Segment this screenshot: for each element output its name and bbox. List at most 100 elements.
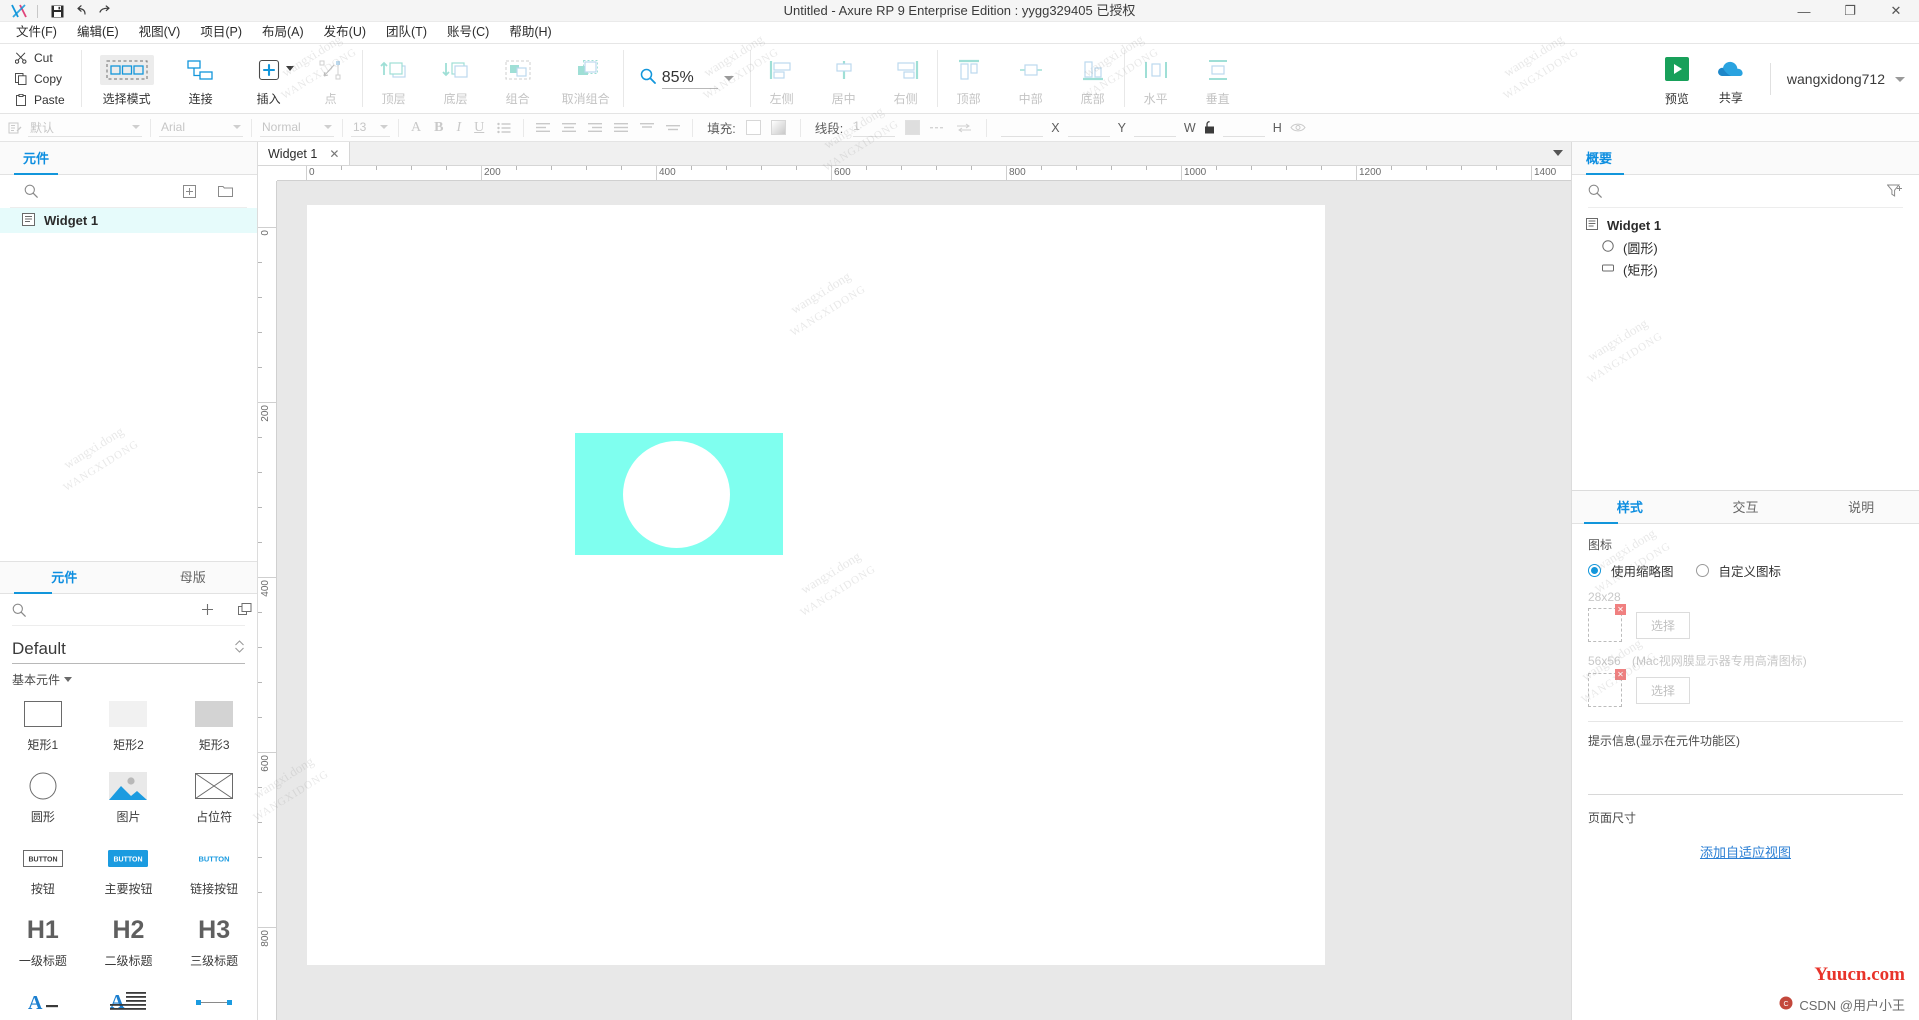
add-folder-icon[interactable]: [218, 185, 233, 197]
document-tab-widget-1[interactable]: Widget 1 ✕: [258, 142, 351, 165]
outline-item-rectangle[interactable]: (矩形): [1572, 258, 1919, 280]
font-family-chevron-down-icon[interactable]: [233, 125, 241, 129]
maximize-button[interactable]: ❐: [1827, 0, 1873, 22]
minimize-button[interactable]: —: [1781, 0, 1827, 22]
eye-icon[interactable]: [1290, 122, 1306, 133]
outline-item-widget-1[interactable]: Widget 1: [1572, 214, 1919, 236]
page-sheet[interactable]: wangxi.dong WANGXIDONG wangxi.dong WANGX…: [307, 205, 1325, 965]
insert-caret-icon[interactable]: [285, 66, 294, 71]
line-style-icon[interactable]: [930, 124, 946, 132]
text-align-left-icon[interactable]: [536, 122, 551, 133]
library-category-header[interactable]: 基本元件: [0, 664, 257, 692]
choose-icon-56-button[interactable]: 选择: [1636, 676, 1691, 704]
copy-library-icon[interactable]: [238, 603, 252, 616]
font-size-chevron-down-icon[interactable]: [380, 125, 388, 129]
h-input[interactable]: [1222, 119, 1265, 137]
library-item-circle[interactable]: 圆形: [0, 764, 86, 836]
tab-notes[interactable]: 说明: [1803, 497, 1919, 523]
library-item-text-label[interactable]: A 文本标签: [0, 980, 86, 1020]
close-button[interactable]: ✕: [1873, 0, 1919, 22]
line-color-swatch[interactable]: [905, 120, 921, 135]
choose-icon-28-button[interactable]: 选择: [1636, 611, 1691, 639]
library-item-link-button[interactable]: BUTTON 链接按钮: [171, 836, 257, 908]
paste-button[interactable]: Paste: [10, 90, 69, 109]
tab-widgets[interactable]: 元件: [0, 567, 129, 594]
library-item-rect1[interactable]: 矩形1: [0, 692, 86, 764]
outline-search-input[interactable]: [1610, 184, 1887, 198]
tab-masters[interactable]: 母版: [129, 567, 258, 593]
library-item-placeholder[interactable]: 占位符: [171, 764, 257, 836]
menu-view[interactable]: 视图(V): [129, 22, 191, 43]
style-preset-chevron-down-icon[interactable]: [132, 125, 140, 129]
connect-button[interactable]: 连接: [164, 44, 238, 113]
menu-help[interactable]: 帮助(H): [499, 22, 561, 43]
outline-search-icon[interactable]: [1588, 184, 1602, 198]
remove-icon[interactable]: ✕: [1615, 669, 1626, 680]
horizontal-ruler[interactable]: 0 200 400 600 800 1000 1200 1400: [277, 166, 1571, 181]
search-icon[interactable]: [24, 184, 38, 198]
add-page-icon[interactable]: [183, 184, 196, 198]
valign-middle-icon[interactable]: [666, 122, 681, 133]
library-selector[interactable]: Default: [12, 634, 245, 664]
text-align-right-icon[interactable]: [588, 122, 603, 133]
style-preset-cell[interactable]: 默认: [0, 114, 150, 142]
tab-style[interactable]: 样式: [1572, 497, 1688, 524]
radio-use-thumbnail[interactable]: [1588, 564, 1601, 577]
zoom-value[interactable]: 85%: [661, 69, 718, 89]
valign-top-icon[interactable]: [640, 122, 655, 133]
library-item-primary-button[interactable]: BUTTON 主要按钮: [86, 836, 172, 908]
icon-56-dropzone[interactable]: ✕: [1588, 669, 1626, 707]
vertical-ruler[interactable]: 0 200 400 600 800: [258, 181, 277, 1020]
line-arrow-icon[interactable]: [956, 123, 972, 133]
insert-button[interactable]: 插入: [238, 44, 300, 113]
tab-outline[interactable]: 概要: [1586, 148, 1624, 175]
font-weight-cell[interactable]: Normal: [252, 114, 342, 142]
text-align-center-icon[interactable]: [562, 122, 577, 133]
library-item-rect2[interactable]: 矩形2: [86, 692, 172, 764]
w-input[interactable]: [1133, 119, 1176, 137]
text-align-justify-icon[interactable]: [614, 122, 629, 133]
bullet-list-icon[interactable]: [497, 122, 511, 134]
tree-item-widget-1[interactable]: Widget 1: [0, 208, 257, 233]
tip-input[interactable]: [1588, 755, 1903, 795]
filter-icon[interactable]: [1887, 184, 1903, 198]
menu-team[interactable]: 团队(T): [376, 22, 437, 43]
radio-custom-icon[interactable]: [1695, 564, 1709, 577]
library-item-image[interactable]: 图片: [86, 764, 172, 836]
plus-icon[interactable]: [201, 603, 214, 616]
menu-layout[interactable]: 布局(A): [252, 22, 314, 43]
design-canvas[interactable]: wangxi.dong WANGXIDONG wangxi.dong WANGX…: [277, 181, 1571, 1020]
underline-button[interactable]: U: [474, 120, 484, 136]
zoom-group[interactable]: 85%: [624, 44, 750, 113]
library-item-button[interactable]: BUTTON 按钮: [0, 836, 86, 908]
category-chevron-down-icon[interactable]: [64, 677, 73, 682]
font-color-icon[interactable]: A: [411, 120, 421, 136]
select-mode-button[interactable]: 选择模式: [90, 44, 164, 113]
account-menu[interactable]: wangxidong712: [1787, 71, 1905, 87]
fill-color-swatch[interactable]: [745, 120, 761, 135]
outline-item-circle[interactable]: (圆形): [1572, 236, 1919, 258]
x-input[interactable]: [1001, 119, 1044, 137]
library-item-horizontal-line[interactable]: 水平线: [171, 980, 257, 1020]
bold-button[interactable]: B: [434, 120, 443, 136]
menu-project[interactable]: 项目(P): [190, 22, 252, 43]
copy-button[interactable]: Copy: [10, 69, 69, 88]
shape-circle[interactable]: [623, 441, 730, 548]
library-item-h3[interactable]: H3 三级标题: [171, 908, 257, 980]
share-button[interactable]: 共享: [1704, 52, 1758, 106]
font-family-cell[interactable]: Arial: [151, 114, 251, 142]
cut-button[interactable]: Cut: [10, 48, 69, 67]
menu-edit[interactable]: 编辑(E): [67, 22, 129, 43]
library-item-h2[interactable]: H2 二级标题: [86, 908, 172, 980]
close-icon[interactable]: ✕: [329, 147, 339, 161]
font-size-cell[interactable]: 13: [343, 114, 398, 142]
tab-pages[interactable]: 元件: [14, 148, 58, 175]
library-search-input[interactable]: [36, 602, 191, 617]
lock-icon[interactable]: [1204, 121, 1215, 134]
italic-button[interactable]: I: [456, 120, 461, 136]
account-chevron-down-icon[interactable]: [1895, 76, 1905, 82]
menu-file[interactable]: 文件(F): [6, 22, 67, 43]
library-item-text-paragraph[interactable]: A 文本段落: [86, 980, 172, 1020]
pages-search-input[interactable]: [46, 184, 175, 198]
line-width-input[interactable]: 1: [853, 119, 896, 137]
